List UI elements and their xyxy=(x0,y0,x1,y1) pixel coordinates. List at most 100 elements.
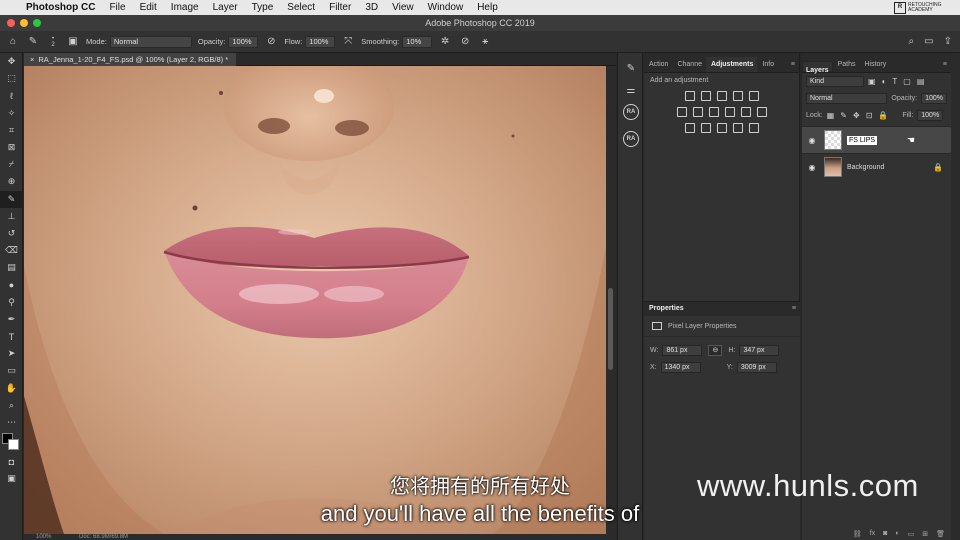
pressure-size-icon[interactable]: ⊘ xyxy=(458,35,472,49)
ra-panel-2[interactable]: RA xyxy=(618,128,644,150)
document-canvas[interactable] xyxy=(24,66,606,534)
fx-icon[interactable]: fx xyxy=(870,530,875,540)
clone-stamp-tool-icon[interactable]: ⊥ xyxy=(0,208,23,225)
x-field[interactable]: 1340 px xyxy=(660,362,701,373)
brush-size-icon[interactable]: • 2 xyxy=(46,35,60,49)
posterize-icon[interactable] xyxy=(700,123,711,133)
crop-tool-icon[interactable]: ⌗ xyxy=(0,122,23,139)
filter-type-icon[interactable]: T xyxy=(892,77,897,86)
dodge-tool-icon[interactable]: ⚲ xyxy=(0,294,23,311)
panel-scrollbar[interactable] xyxy=(951,53,960,540)
link-layers-icon[interactable]: ⛓ xyxy=(853,530,862,540)
filter-smart-icon[interactable]: ▤ xyxy=(917,77,925,86)
rectangle-tool-icon[interactable]: ▭ xyxy=(0,362,23,379)
menu-image[interactable]: Image xyxy=(171,2,199,13)
minimize-window-button[interactable] xyxy=(20,19,28,27)
visibility-eye-icon[interactable]: ◉ xyxy=(802,163,822,172)
zoom-readout[interactable]: 100% xyxy=(36,534,51,540)
photo-filter-icon[interactable] xyxy=(724,107,735,117)
menu-select[interactable]: Select xyxy=(287,2,315,13)
filter-shape-icon[interactable]: ▢ xyxy=(903,77,911,86)
visibility-eye-icon[interactable]: ◉ xyxy=(802,136,822,145)
quick-select-tool-icon[interactable]: ✧ xyxy=(0,105,23,122)
lock-image-icon[interactable]: ✎ xyxy=(840,111,847,120)
airbrush-icon[interactable]: ⤧ xyxy=(341,35,355,49)
layer-filter-select[interactable]: Kind xyxy=(806,76,864,87)
menu-help[interactable]: Help xyxy=(477,2,498,13)
y-field[interactable]: 3009 px xyxy=(736,362,777,373)
canvas-vertical-scrollbar[interactable] xyxy=(606,66,616,534)
search-icon[interactable]: ⌕ xyxy=(909,36,915,47)
new-group-icon[interactable]: ▭ xyxy=(908,530,915,540)
hue-saturation-icon[interactable] xyxy=(676,107,687,117)
add-mask-icon[interactable]: ◙ xyxy=(883,530,887,540)
lasso-tool-icon[interactable]: ℓ xyxy=(0,87,23,104)
menu-3d[interactable]: 3D xyxy=(365,2,378,13)
layer-row-background[interactable]: ◉ Background 🔒 xyxy=(802,153,951,180)
height-field[interactable]: 347 px xyxy=(739,345,780,356)
history-brush-tool-icon[interactable]: ↺ xyxy=(0,225,23,242)
healing-brush-tool-icon[interactable]: ⊕ xyxy=(0,173,23,190)
layers-menu-icon[interactable]: ≡ xyxy=(943,61,947,68)
brightness-contrast-icon[interactable] xyxy=(684,91,695,101)
lock-transparent-icon[interactable]: ▦ xyxy=(827,111,835,120)
brush-tool-icon[interactable]: ✎ xyxy=(0,190,23,208)
background-color-swatch[interactable] xyxy=(8,439,19,451)
lock-position-icon[interactable]: ✥ xyxy=(853,111,860,120)
menu-view[interactable]: View xyxy=(392,2,414,13)
opacity-field[interactable]: 100% xyxy=(228,35,259,48)
tab-info[interactable]: Info xyxy=(757,61,778,72)
gradient-tool-icon[interactable]: ▤ xyxy=(0,259,23,276)
color-swatches[interactable] xyxy=(0,431,23,453)
lock-artboard-icon[interactable]: ⊡ xyxy=(866,111,873,120)
color-balance-icon[interactable] xyxy=(692,107,703,117)
properties-menu-icon[interactable]: ≡ xyxy=(792,302,796,316)
delete-layer-icon[interactable]: 🗑 xyxy=(936,530,945,540)
color-lookup-icon[interactable] xyxy=(756,107,767,117)
brush-settings-icon[interactable]: ▣ xyxy=(66,35,80,49)
exposure-icon[interactable] xyxy=(732,91,743,101)
hand-tool-icon[interactable]: ✋ xyxy=(0,380,23,397)
filter-adjustment-icon[interactable]: ◐ xyxy=(882,77,887,86)
close-window-button[interactable] xyxy=(7,19,15,27)
tab-channels[interactable]: Channe xyxy=(672,61,706,72)
layer-opacity-field[interactable]: 100% xyxy=(921,93,947,104)
close-document-icon[interactable]: × xyxy=(30,53,34,66)
layer-row-fs-lips[interactable]: ◉ FS LIPS ☚ xyxy=(802,126,951,153)
history-panel-icon[interactable]: ⚌ xyxy=(618,79,644,101)
menu-type[interactable]: Type xyxy=(252,2,274,13)
tab-adjustments[interactable]: Adjustments xyxy=(706,57,758,72)
type-tool-icon[interactable]: T xyxy=(0,328,23,345)
menu-filter[interactable]: Filter xyxy=(329,2,351,13)
menu-edit[interactable]: Edit xyxy=(140,2,157,13)
workspace-icon[interactable]: ▭ xyxy=(924,36,933,47)
tab-actions[interactable]: Action xyxy=(644,61,672,72)
move-tool-icon[interactable]: ✥ xyxy=(0,53,23,70)
vibrance-icon[interactable] xyxy=(748,91,759,101)
blend-mode-select[interactable]: Normal xyxy=(806,93,888,104)
more-tools-icon[interactable]: ⋯ xyxy=(0,414,23,431)
menu-file[interactable]: File xyxy=(109,2,125,13)
share-icon[interactable]: ⇪ xyxy=(944,36,952,47)
document-tab[interactable]: × RA_Jenna_1-20_F4_FS.psd @ 100% (Layer … xyxy=(24,53,237,66)
menu-layer[interactable]: Layer xyxy=(213,2,238,13)
mode-select[interactable]: Normal xyxy=(109,35,192,48)
tab-paths[interactable]: Paths xyxy=(833,61,860,72)
brush-settings-panel-icon[interactable]: ✎ xyxy=(618,57,644,79)
channel-mixer-icon[interactable] xyxy=(740,107,751,117)
width-field[interactable]: 861 px xyxy=(662,345,703,356)
selective-color-icon[interactable] xyxy=(748,123,759,133)
threshold-icon[interactable] xyxy=(716,123,727,133)
quick-mask-icon[interactable]: ◘ xyxy=(0,453,23,470)
black-white-icon[interactable] xyxy=(708,107,719,117)
frame-tool-icon[interactable]: ⊠ xyxy=(0,139,23,156)
flow-field[interactable]: 100% xyxy=(305,35,336,48)
panel-menu-icon[interactable]: ≡ xyxy=(791,61,795,68)
pen-tool-icon[interactable]: ✒ xyxy=(0,311,23,328)
eraser-tool-icon[interactable]: ⌫ xyxy=(0,242,23,259)
eyedropper-tool-icon[interactable]: ⌿ xyxy=(0,156,23,173)
levels-icon[interactable] xyxy=(700,91,711,101)
new-adjustment-icon[interactable]: ◐ xyxy=(895,530,899,540)
home-icon[interactable]: ⌂ xyxy=(6,35,20,49)
smoothing-options-icon[interactable]: ✲ xyxy=(438,35,452,49)
